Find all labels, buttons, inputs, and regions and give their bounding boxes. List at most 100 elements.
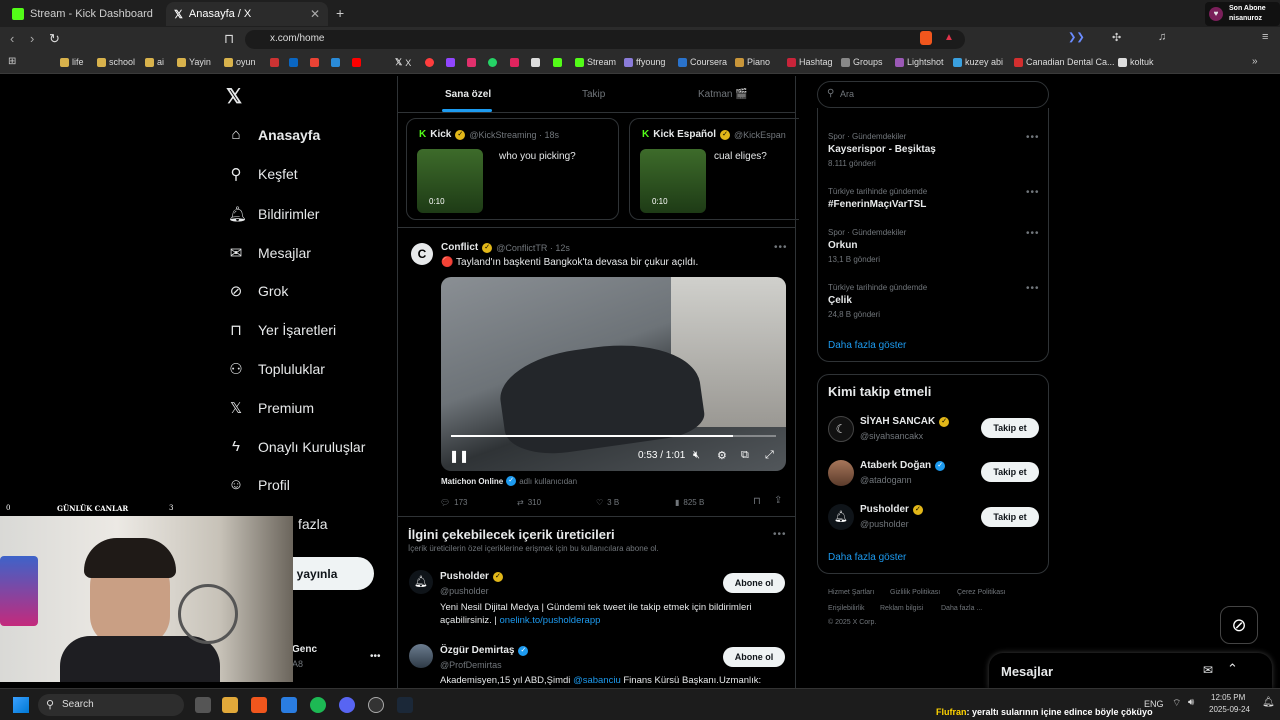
- post-more-icon[interactable]: •••: [774, 242, 788, 253]
- avatar[interactable]: ☾: [828, 416, 854, 442]
- footer-ads-link[interactable]: Reklam bilgisi: [880, 605, 923, 612]
- nav-premium[interactable]: 𝕏 Premium: [228, 399, 314, 417]
- nav-messages[interactable]: ✉ Mesajlar: [228, 244, 311, 262]
- bookmark-favicon-icon[interactable]: [270, 58, 279, 67]
- tab-kick-dashboard[interactable]: Stream - Kick Dashboard: [4, 2, 164, 26]
- grok-button[interactable]: ⊘: [1220, 606, 1258, 644]
- bookmark-favicon-icon[interactable]: [425, 58, 434, 67]
- bookmark-hashtag[interactable]: Hashtag: [787, 57, 833, 67]
- section-more-icon[interactable]: •••: [773, 529, 787, 540]
- reload-icon[interactable]: ↻: [49, 31, 60, 47]
- creator-name[interactable]: Pusholder: [440, 571, 489, 582]
- brave-shield-icon[interactable]: [920, 31, 932, 45]
- pause-icon[interactable]: ❚❚: [449, 449, 469, 463]
- bookmark-canadian-dental[interactable]: Canadian Dental Ca...: [1014, 57, 1115, 67]
- language-indicator[interactable]: ENG: [1144, 699, 1164, 709]
- account-name[interactable]: Genc: [292, 644, 317, 655]
- extensions-puzzle-icon[interactable]: ✣: [1112, 31, 1121, 44]
- subscribe-button[interactable]: Abone ol: [723, 647, 785, 667]
- back-icon[interactable]: ‹: [10, 31, 14, 46]
- bookmark-life[interactable]: life: [60, 57, 84, 67]
- bookmark-groups[interactable]: Groups: [841, 57, 883, 67]
- taskbar-time[interactable]: 12:05 PM: [1211, 693, 1245, 702]
- account-menu-icon[interactable]: •••: [370, 651, 381, 662]
- bookmark-coursera[interactable]: Coursera: [678, 57, 727, 67]
- obs-icon[interactable]: [368, 697, 384, 713]
- windows-start-icon[interactable]: [13, 697, 29, 713]
- whatsapp-icon[interactable]: [488, 58, 497, 67]
- bookmark-yayin[interactable]: Yayin: [177, 57, 211, 67]
- mute-icon[interactable]: 🔇︎: [693, 449, 700, 462]
- bookmark-page-icon[interactable]: ⊓: [224, 31, 234, 47]
- trend-item[interactable]: Spor · Gündemdekiler Orkun 13,1 B gönder…: [828, 228, 906, 264]
- repost-button[interactable]: ⇄ 310: [517, 498, 541, 507]
- media-icon[interactable]: ♫: [1158, 31, 1166, 43]
- bookmark-oyun[interactable]: oyun: [224, 57, 256, 67]
- follow-name[interactable]: Pusholder: [860, 504, 909, 515]
- trend-item[interactable]: Spor · Gündemdekiler Kayserispor - Beşik…: [828, 132, 936, 168]
- messages-drawer[interactable]: Mesajlar ✉ ⌃: [989, 653, 1272, 689]
- views-button[interactable]: ▮ 825 B: [675, 498, 704, 507]
- brave-rewards-icon[interactable]: ▲: [944, 32, 954, 43]
- taskbar-date[interactable]: 2025-09-24: [1209, 705, 1250, 714]
- spotify-icon[interactable]: [310, 697, 326, 713]
- trend-item[interactable]: Türkiye tarihinde gündemde #FenerinMaçıV…: [828, 187, 927, 210]
- app-icon[interactable]: [281, 697, 297, 713]
- x-logo-icon[interactable]: 𝕏: [226, 84, 242, 109]
- close-tab-icon[interactable]: ✕: [310, 7, 320, 21]
- share-icon[interactable]: ⇪: [774, 495, 782, 506]
- video-thumbnail[interactable]: 0:10: [417, 149, 483, 213]
- trend-item[interactable]: Türkiye tarihinde gündemde Çelik 24,8 B …: [828, 283, 927, 319]
- forward-icon[interactable]: ›: [30, 31, 34, 46]
- notifications-icon[interactable]: 🔔︎: [1262, 697, 1275, 708]
- avatar[interactable]: [828, 460, 854, 486]
- more-bookmarks-icon[interactable]: »: [1252, 56, 1258, 67]
- source-name[interactable]: Matichon Online: [441, 477, 503, 486]
- avatar[interactable]: C: [411, 243, 433, 265]
- volume-icon[interactable]: 🔊︎: [1188, 697, 1194, 708]
- footer-more-link[interactable]: Daha fazla ...: [941, 605, 982, 612]
- search-input[interactable]: ⚲ Ara: [817, 81, 1049, 108]
- bookmark-x[interactable]: 𝕏X: [395, 57, 411, 68]
- new-message-icon[interactable]: ✉: [1203, 663, 1213, 677]
- linkedin-icon[interactable]: [289, 58, 298, 67]
- taskbar-search-input[interactable]: ⚲ Search: [38, 694, 184, 716]
- twitch-icon[interactable]: [446, 58, 455, 67]
- creator-name[interactable]: Özgür Demirtaş: [440, 645, 514, 656]
- settings-icon[interactable]: ⚙: [717, 449, 727, 462]
- author-name[interactable]: Conflict: [441, 242, 478, 253]
- kick-post-card[interactable]: K Kick ✓ @KickStreaming · 18s 0:10 who y…: [406, 118, 619, 220]
- footer-privacy-link[interactable]: Gizlilik Politikası: [890, 589, 940, 596]
- trend-more-icon[interactable]: •••: [1026, 228, 1040, 239]
- extension-icon[interactable]: ❯❯: [1068, 32, 1085, 43]
- bookmark-kuzey-abi[interactable]: kuzey abi: [953, 57, 1003, 67]
- show-more-follow-link[interactable]: Daha fazla göster: [828, 552, 906, 563]
- fullscreen-icon[interactable]: ⤢: [765, 449, 774, 462]
- wifi-icon[interactable]: ⌔: [1172, 697, 1181, 710]
- creator-mention[interactable]: @sabanciu: [573, 675, 621, 686]
- bookmark-favicon-icon[interactable]: [331, 58, 340, 67]
- trend-more-icon[interactable]: •••: [1026, 187, 1040, 198]
- pip-icon[interactable]: ⧉: [741, 449, 749, 462]
- tab-for-you[interactable]: Sana özel: [445, 89, 491, 100]
- video-thumbnail[interactable]: 0:10: [640, 149, 706, 213]
- follow-button[interactable]: Takip et: [981, 507, 1039, 527]
- tab-x-home[interactable]: 𝕏 Anasayfa / X ✕: [166, 2, 328, 26]
- avatar[interactable]: 🔔︎: [828, 504, 854, 530]
- trend-more-icon[interactable]: •••: [1026, 283, 1040, 294]
- bookmark-piano[interactable]: Piano: [735, 57, 770, 67]
- footer-terms-link[interactable]: Hizmet Şartları: [828, 589, 874, 596]
- nav-explore[interactable]: ⚲ Keşfet: [228, 165, 298, 183]
- file-explorer-icon[interactable]: [222, 697, 238, 713]
- bookmark-koltuk[interactable]: koltuk: [1118, 57, 1154, 67]
- nav-bookmarks[interactable]: ⊓ Yer İşaretleri: [228, 321, 336, 339]
- video-progress-track[interactable]: [451, 435, 776, 437]
- youtube-icon[interactable]: [352, 58, 361, 67]
- bookmark-stream[interactable]: Stream: [575, 57, 616, 67]
- bookmark-lightshot[interactable]: Lightshot: [895, 57, 944, 67]
- steam-icon[interactable]: [397, 697, 413, 713]
- amazon-icon[interactable]: [531, 58, 540, 67]
- bookmark-favicon-icon[interactable]: [510, 58, 519, 67]
- nav-grok[interactable]: ⊘ Grok: [228, 282, 289, 300]
- tab-katman[interactable]: Katman 🎬: [698, 89, 748, 100]
